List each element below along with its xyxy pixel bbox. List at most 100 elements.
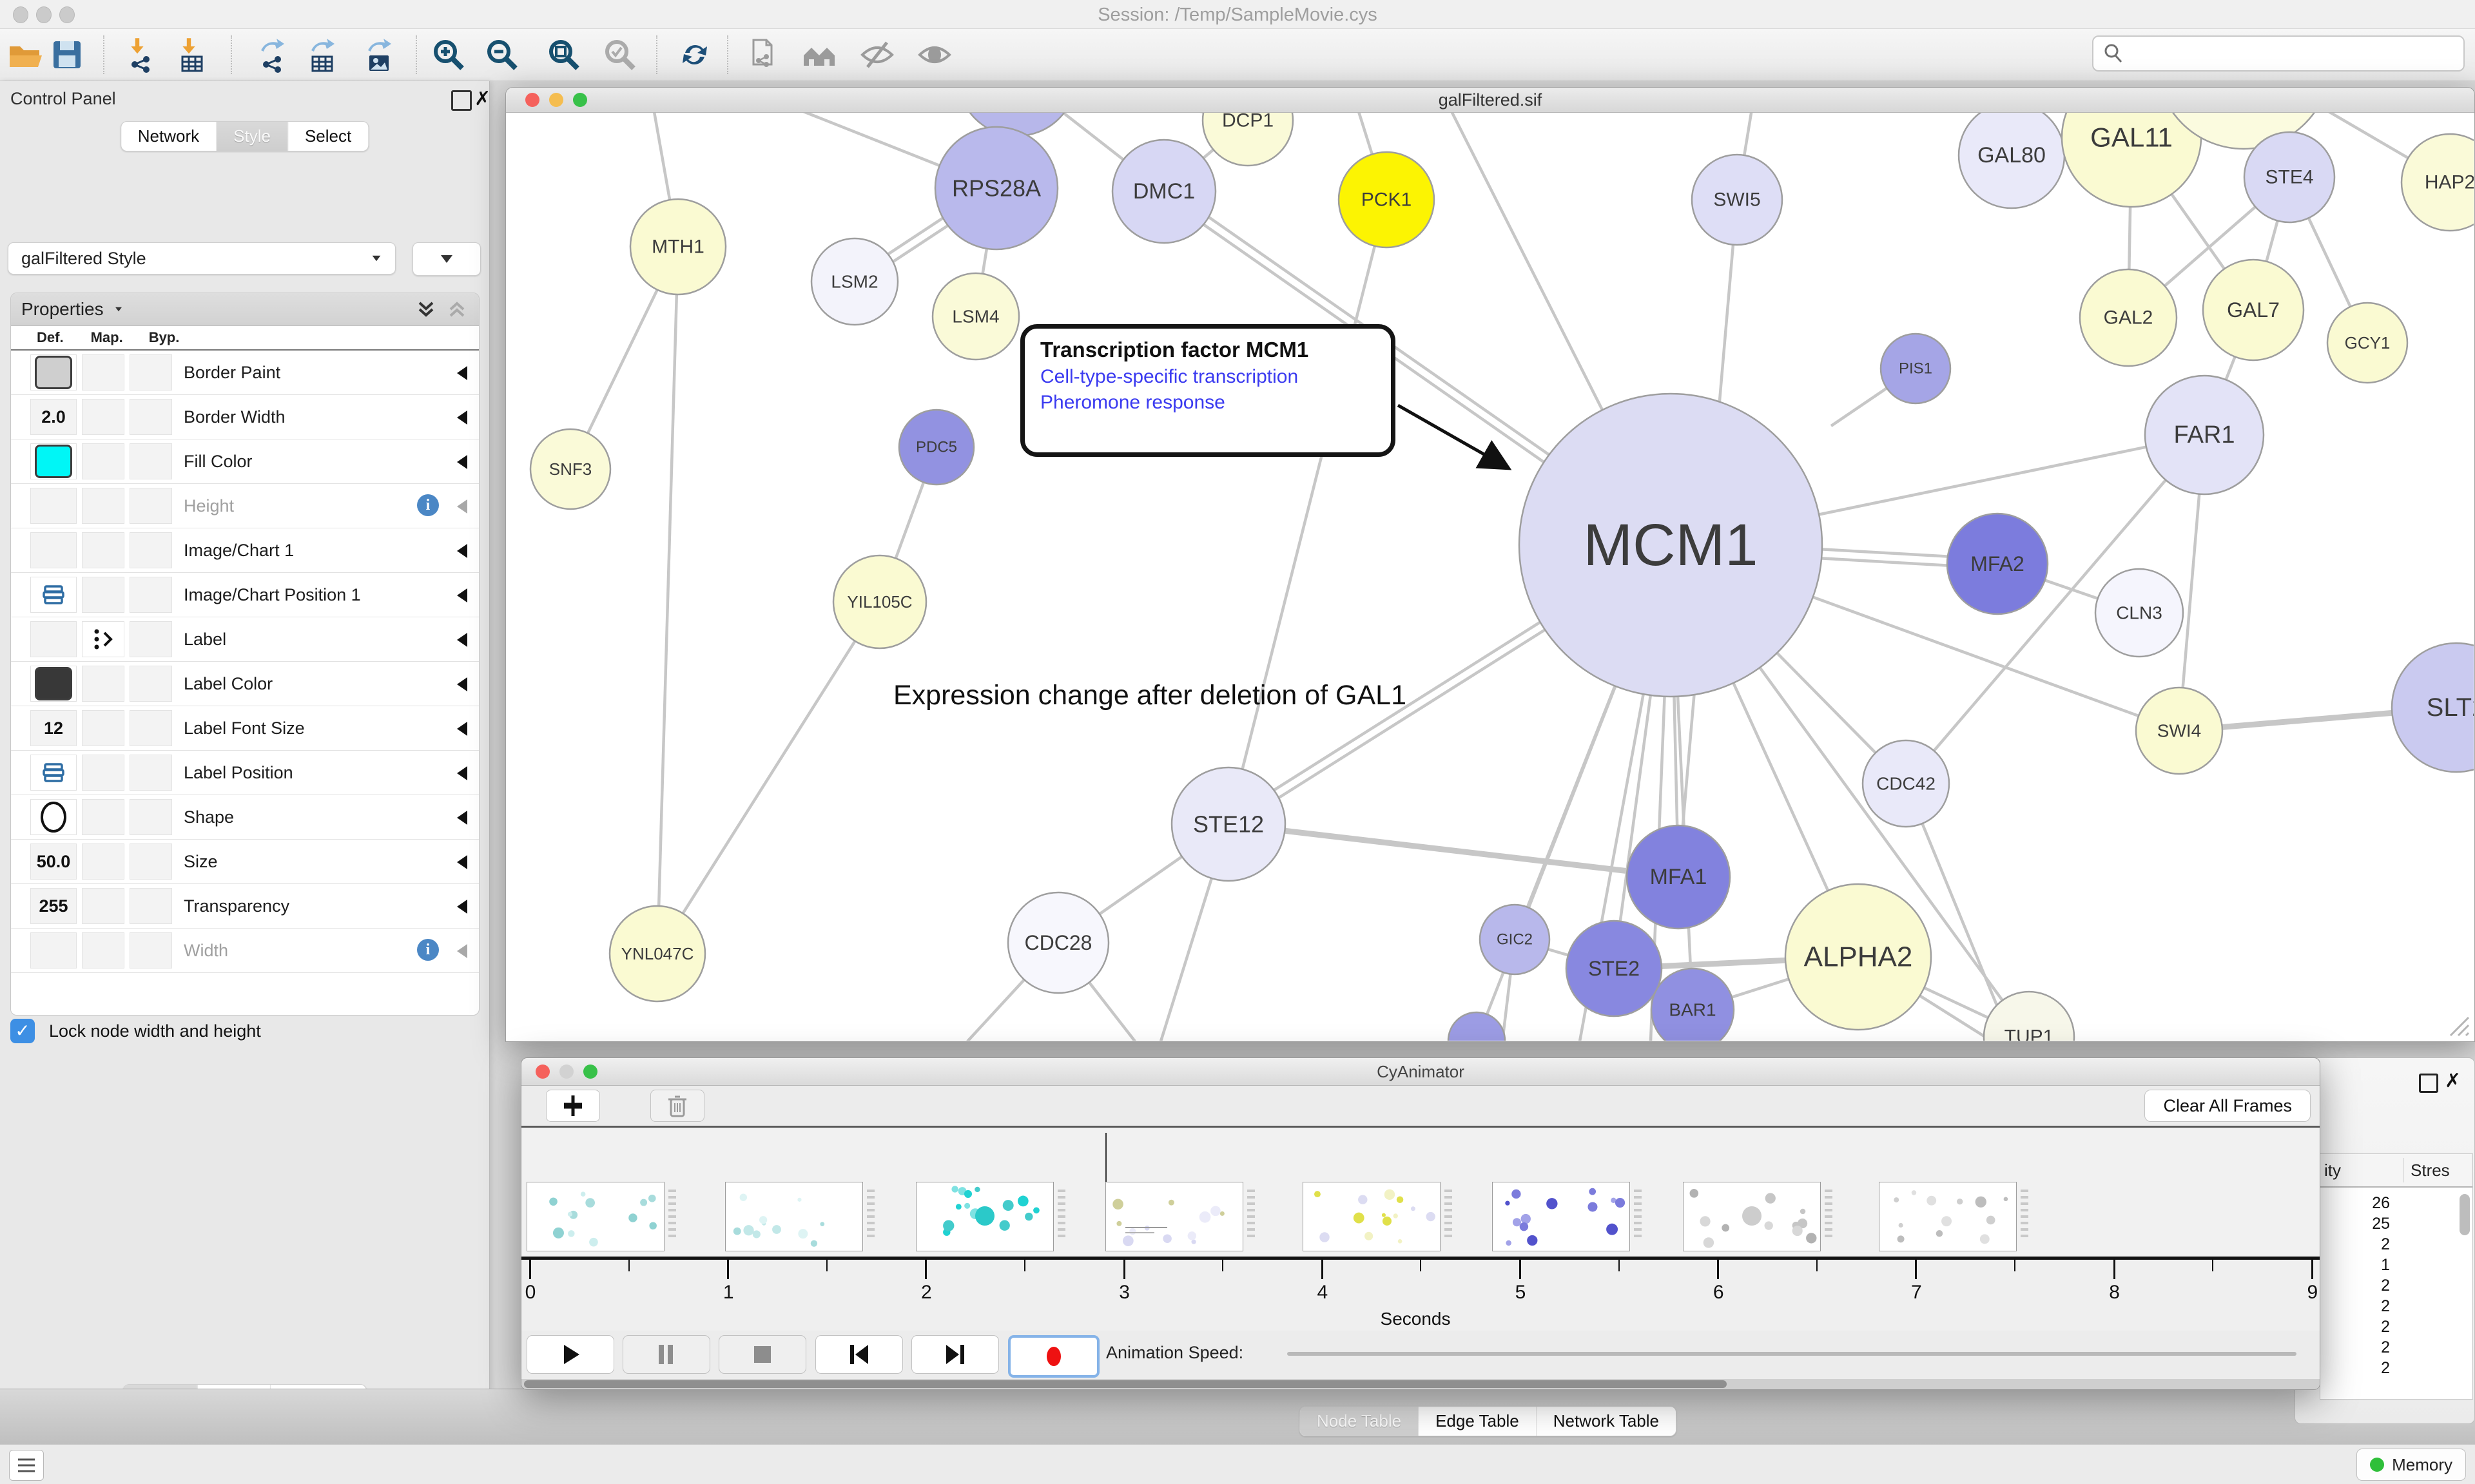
network-node-RPS28A[interactable]: RPS28A [935,127,1058,249]
frame-1-thumbnail[interactable] [527,1182,665,1251]
default-value-cell[interactable] [30,666,77,702]
column-header[interactable]: ity [2324,1161,2341,1180]
play-button[interactable] [527,1335,614,1374]
default-value-cell[interactable] [30,755,77,791]
expand-row-icon[interactable] [457,766,467,780]
network-node-CDC42[interactable]: CDC42 [1863,740,1949,827]
mapping-cell[interactable] [82,532,124,568]
network-window-titlebar[interactable]: galFiltered.sif [506,88,2474,113]
network-edge[interactable] [1228,824,1678,877]
network-node-SWI5[interactable]: SWI5 [1692,155,1782,245]
annotation-link[interactable]: Cell-type-specific transcription [1040,366,1375,388]
bypass-cell[interactable] [130,443,172,479]
frame-grip[interactable] [1634,1190,1642,1237]
results-table-cell[interactable]: 2 [2338,1297,2390,1316]
annotation-box[interactable]: Transcription factor MCM1 Cell-type-spec… [1020,324,1395,457]
import-network-icon[interactable] [120,34,161,75]
mapping-cell[interactable] [82,755,124,791]
property-row-width[interactable]: Widthi [11,929,479,973]
property-row-image-chart-1[interactable]: Image/Chart 1 [11,528,479,573]
mapping-cell[interactable] [82,799,124,835]
duplicate-network-icon[interactable] [744,34,785,75]
info-icon[interactable]: i [417,494,439,516]
bypass-cell[interactable] [130,843,172,880]
default-value-cell[interactable]: 2.0 [30,399,77,435]
default-value-cell[interactable]: 12 [30,710,77,746]
network-node-GAL7[interactable]: GAL7 [2203,260,2304,360]
record-button[interactable] [1008,1335,1100,1378]
default-value-cell[interactable]: 50.0 [30,843,77,880]
memory-button[interactable]: Memory [2356,1449,2466,1481]
save-session-icon[interactable] [46,34,88,75]
bypass-cell[interactable] [130,932,172,968]
style-select[interactable]: galFiltered Style [8,242,396,275]
table-tab-network-table[interactable]: Network Table [1536,1407,1676,1436]
close-icon[interactable]: ✗ [2445,1070,2461,1092]
zoom-out-icon[interactable] [481,34,523,75]
network-node-GAL80[interactable]: GAL80 [1959,113,2064,208]
property-row-transparency[interactable]: 255Transparency [11,884,479,929]
default-value-cell[interactable] [30,577,77,613]
tab-style[interactable]: Style [216,122,287,151]
default-value-cell[interactable] [30,488,77,524]
clear-all-frames-button[interactable]: Clear All Frames [2144,1090,2311,1122]
network-node-n_bot[interactable] [1448,1012,1505,1041]
default-value-cell[interactable] [30,932,77,968]
pause-button[interactable] [623,1335,710,1374]
expand-row-icon[interactable] [457,900,467,914]
table-tab-node-table[interactable]: Node Table [1300,1407,1418,1436]
default-value-cell[interactable] [30,621,77,657]
export-table-icon[interactable] [302,34,343,75]
network-edge[interactable] [1228,200,1386,824]
close-icon[interactable]: ✗ [474,88,490,110]
expand-row-icon[interactable] [457,499,467,514]
capture-frame-button[interactable] [546,1090,600,1122]
network-node-PIS1[interactable]: PIS1 [1881,334,1950,403]
network-node-LSM2[interactable]: LSM2 [811,238,898,325]
zoom-in-icon[interactable] [428,34,469,75]
bypass-cell[interactable] [130,399,172,435]
cyanimator-titlebar[interactable]: CyAnimator [521,1058,2320,1086]
frame-grip[interactable] [668,1190,676,1237]
search-box[interactable] [2092,35,2465,72]
property-row-label-color[interactable]: Label Color [11,662,479,706]
delete-frame-button[interactable] [650,1090,704,1122]
property-row-image-chart-position-1[interactable]: Image/Chart Position 1 [11,573,479,617]
hide-selected-icon[interactable] [857,34,898,75]
timeline-playhead[interactable] [1105,1133,1107,1183]
expand-row-icon[interactable] [457,544,467,558]
float-window-icon[interactable] [451,90,472,111]
default-value-cell[interactable] [30,532,77,568]
expand-row-icon[interactable] [457,633,467,647]
network-node-SLT2[interactable]: SLT2 [2392,643,2474,772]
mapping-cell[interactable] [82,843,124,880]
frame-grip[interactable] [2021,1190,2028,1237]
animation-speed-slider[interactable] [1287,1352,2296,1356]
frame-8-thumbnail[interactable] [1879,1182,2017,1251]
mapping-cell[interactable] [82,932,124,968]
results-table-cell[interactable]: 1 [2338,1256,2390,1275]
network-node-YNL047C[interactable]: YNL047C [610,906,705,1001]
import-table-icon[interactable] [171,34,213,75]
network-node-FAR1[interactable]: FAR1 [2145,376,2264,494]
expand-row-icon[interactable] [457,366,467,380]
frame-4-thumbnail[interactable] [1105,1182,1243,1251]
network-node-YIL105C[interactable]: YIL105C [833,555,926,648]
network-node-GAL11[interactable]: GAL11 [2062,113,2201,207]
tab-select[interactable]: Select [287,122,368,151]
mapping-cell[interactable] [82,443,124,479]
expand-row-icon[interactable] [457,588,467,602]
expand-row-icon[interactable] [457,722,467,736]
property-row-border-width[interactable]: 2.0Border Width [11,395,479,439]
property-row-fill-color[interactable]: Fill Color [11,439,479,484]
property-row-size[interactable]: 50.0Size [11,840,479,884]
mapping-cell[interactable] [82,399,124,435]
expand-all-icon[interactable] [414,298,438,321]
network-node-PDC5[interactable]: PDC5 [899,410,974,485]
property-row-label-font-size[interactable]: 12Label Font Size [11,706,479,751]
network-node-STE4[interactable]: STE4 [2244,132,2334,222]
scrollbar-thumb[interactable] [2460,1194,2470,1235]
frame-grip[interactable] [867,1190,875,1237]
export-network-icon[interactable] [251,34,293,75]
results-table-cell[interactable]: 2 [2338,1277,2390,1295]
